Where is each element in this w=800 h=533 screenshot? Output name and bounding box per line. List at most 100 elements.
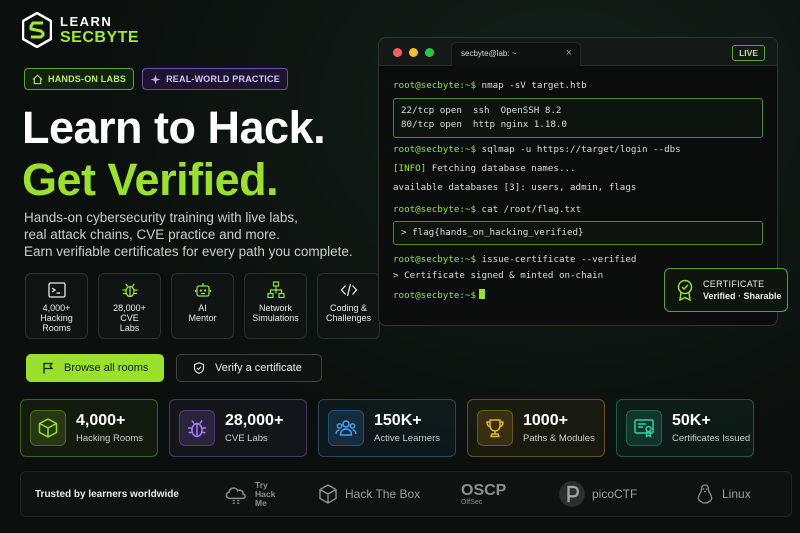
- terminal-command: issue-certificate --verified: [481, 254, 637, 265]
- hero-description: Hands-on cybersecurity training with liv…: [24, 209, 364, 260]
- stat-active-learners[interactable]: 150K+ Active Learners: [318, 399, 456, 457]
- maximize-dot-icon[interactable]: [425, 48, 434, 57]
- stat-value: 1000+: [523, 412, 568, 429]
- terminal-icon: [47, 282, 66, 298]
- description-line: real attack chains, CVE practice and mor…: [24, 227, 280, 242]
- stat-icon-box: [477, 410, 513, 446]
- stat-label: CVE Labs: [225, 433, 268, 444]
- info-tag: [INFO]: [393, 163, 427, 174]
- terminal-flag-box: > flag{hands_on_hacking_verified}: [393, 221, 763, 245]
- button-label: Browse all rooms: [64, 362, 149, 374]
- brand-name: Hack The Box: [345, 487, 421, 501]
- feature-network-simulations[interactable]: Network Simulations: [244, 273, 307, 339]
- brand-picoctf[interactable]: picoCTF: [558, 480, 637, 508]
- feature-coding-challenges[interactable]: Coding & Challenges: [317, 273, 380, 339]
- close-dot-icon[interactable]: [393, 48, 402, 57]
- stat-icon-box: [328, 410, 364, 446]
- terminal-line: root@secbyte:~$ nmap -sV target.htb: [393, 80, 587, 91]
- terminal-prompt: root@secbyte:~$: [393, 204, 476, 215]
- feature-cve-labs[interactable]: 28,000+ CVE Labs: [98, 273, 161, 339]
- feature-label: 28,000+ CVE Labs: [113, 303, 146, 333]
- close-icon[interactable]: ×: [566, 47, 572, 59]
- terminal-flag: > flag{hands_on_hacking_verified}: [401, 227, 584, 238]
- description-line: Earn verifiable certificates for every p…: [24, 244, 353, 259]
- certificate-status-verified: Verified: [703, 291, 736, 301]
- certificate-title: CERTIFICATE: [703, 279, 765, 289]
- brand-tryhackme[interactable]: Try Hack Me: [223, 480, 275, 508]
- brand-name: picoCTF: [592, 487, 638, 501]
- terminal-line: root@secbyte:~$ cat /root/flag.txt: [393, 204, 581, 215]
- stat-paths-modules[interactable]: 1000+ Paths & Modules: [467, 399, 605, 457]
- tag-label: HANDS-ON LABS: [48, 74, 127, 84]
- robot-icon: [194, 283, 211, 297]
- terminal-tab[interactable]: secbyte@lab: ~ ×: [451, 42, 581, 66]
- network-icon: [266, 281, 285, 299]
- logo[interactable]: LEARN SECBYTE: [22, 12, 139, 48]
- bug-icon: [188, 420, 206, 438]
- hero-title-line1: Learn to Hack.: [22, 102, 326, 153]
- terminal-output-line: 22/tcp open ssh OpenSSH 8.2: [401, 105, 562, 116]
- brand-linux[interactable]: Linux: [694, 483, 751, 505]
- bug-icon: [122, 283, 137, 298]
- brand-oscp[interactable]: OSCP OffSec: [461, 481, 507, 506]
- tag-hands-on-labs: HANDS-ON LABS: [24, 68, 135, 90]
- logo-line-secbyte: SECBYTE: [60, 28, 140, 46]
- stat-value: 150K+: [374, 412, 422, 429]
- stat-label: Hacking Rooms: [76, 433, 144, 444]
- hero-buttons: Browse all rooms Verify a certificate: [26, 354, 322, 382]
- brand-name: Linux: [722, 487, 751, 501]
- certificate-status: Verified · Sharable: [703, 291, 782, 301]
- stat-icon-box: [626, 410, 662, 446]
- home-icon: [32, 74, 43, 84]
- description-line: Hands-on cybersecurity training with liv…: [24, 210, 298, 225]
- feature-label: 4,000+ Hacking Rooms: [40, 303, 73, 333]
- award-ribbon-icon: [677, 279, 693, 301]
- stat-label: Paths & Modules: [523, 433, 595, 444]
- code-icon: [340, 283, 357, 297]
- terminal-line: > Certificate signed & minted on-chain: [393, 270, 604, 281]
- terminal-line: root@secbyte:~$ sqlmap -u https://target…: [393, 144, 681, 155]
- stat-certificates-issued[interactable]: 50K+ Certificates Issued: [616, 399, 754, 457]
- terminal-prompt: root@secbyte:~$: [393, 144, 476, 155]
- feature-ai-mentor[interactable]: AI Mentor: [171, 273, 234, 339]
- sparkle-icon: [150, 73, 161, 85]
- stat-hacking-rooms[interactable]: 4,000+ Hacking Rooms: [20, 399, 158, 457]
- stat-cve-labs[interactable]: 28,000+ CVE Labs: [169, 399, 307, 457]
- hero-title-line2: Get Verified.: [22, 154, 279, 205]
- stat-value: 4,000+: [76, 412, 126, 429]
- button-label: Verify a certificate: [215, 362, 302, 374]
- live-badge: LIVE: [732, 45, 765, 61]
- box-icon: [319, 484, 337, 504]
- brand-name: OSCP: [461, 481, 507, 499]
- verify-certificate-button[interactable]: Verify a certificate: [176, 354, 322, 382]
- terminal-line: root@secbyte:~$ issue-certificate --veri…: [393, 254, 636, 265]
- terminal-output-line: 80/tcp open http nginx 1.18.0: [401, 119, 567, 130]
- terminal-line: [INFO] Fetching database names...: [393, 163, 576, 174]
- terminal-line: root@secbyte:~$: [393, 289, 485, 301]
- terminal-title-bar: secbyte@lab: ~ × LIVE: [379, 38, 777, 66]
- browse-all-rooms-button[interactable]: Browse all rooms: [26, 354, 164, 382]
- tag-label: REAL-WORLD PRACTICE: [166, 74, 280, 84]
- tag-real-world-practice: REAL-WORLD PRACTICE: [142, 68, 288, 90]
- terminal-prompt: root@secbyte:~$: [393, 80, 476, 91]
- cloud-icon: [225, 487, 246, 504]
- terminal-line: available databases [3]: users, admin, f…: [393, 182, 637, 193]
- shield-check-icon: [193, 362, 205, 374]
- feature-hacking-rooms[interactable]: 4,000+ Hacking Rooms: [25, 273, 88, 339]
- certificate-status-sharable: Sharable: [743, 291, 782, 301]
- terminal-command: nmap -sV target.htb: [481, 80, 587, 91]
- certificate-icon: [634, 419, 654, 438]
- flag-icon: [43, 362, 54, 374]
- pico-icon: [559, 481, 585, 507]
- cube-icon: [38, 418, 58, 438]
- stats-row: 4,000+ Hacking Rooms 28,000+ CVE Labs 15…: [20, 399, 754, 457]
- penguin-icon: [697, 484, 713, 504]
- certificate-badge[interactable]: CERTIFICATE Verified · Sharable: [664, 268, 788, 312]
- terminal-output-box: 22/tcp open ssh OpenSSH 8.2 80/tcp open …: [393, 98, 763, 138]
- stat-label: Certificates Issued: [672, 433, 751, 444]
- stat-icon-box: [30, 410, 66, 446]
- minimize-dot-icon[interactable]: [409, 48, 418, 57]
- brand-subname: OffSec: [461, 498, 483, 506]
- feature-label: Network Simulations: [252, 303, 299, 323]
- brand-hack-the-box[interactable]: Hack The Box: [317, 483, 420, 505]
